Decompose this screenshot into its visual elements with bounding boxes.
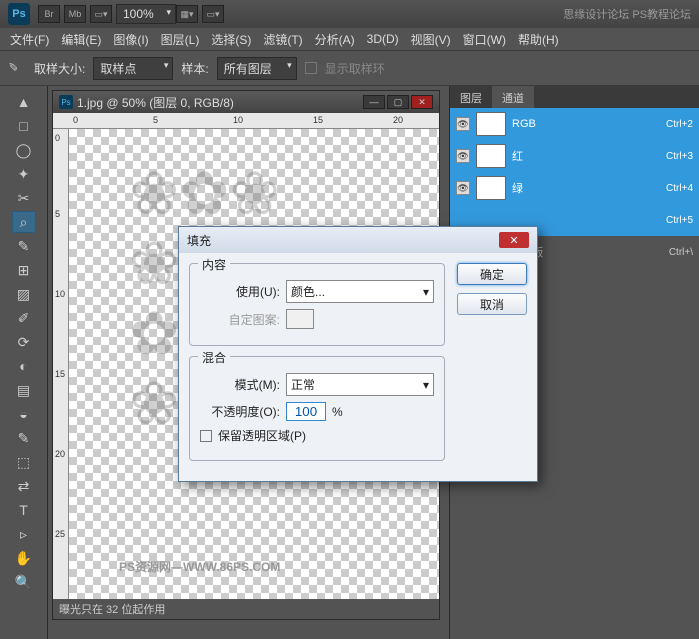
menu-filter[interactable]: 滤镜(T) <box>257 31 308 48</box>
eyedropper-icon <box>8 59 26 77</box>
tool-stamp[interactable]: ▨ <box>12 283 36 305</box>
menu-view[interactable]: 视图(V) <box>405 31 457 48</box>
fill-dialog: 填充 ✕ 内容 使用(U): 颜色...▾ 自定图案: 混合 模式(M): 正常… <box>178 226 538 482</box>
channel-thumb <box>476 176 506 200</box>
preserve-checkbox[interactable] <box>200 430 212 442</box>
tool-eyedropper[interactable]: ⌕ <box>12 211 36 233</box>
use-label: 使用(U): <box>200 283 280 300</box>
opacity-pct: % <box>332 405 343 419</box>
sample-size-label: 取样大小: <box>34 60 85 77</box>
pattern-swatch <box>286 309 314 329</box>
tool-wand[interactable]: ✦ <box>12 163 36 185</box>
tool-blur[interactable]: ▤ <box>12 379 36 401</box>
sample-size-dropdown[interactable]: 取样点 <box>93 57 173 80</box>
mode-label: 模式(M): <box>200 376 280 393</box>
mode-dropdown[interactable]: 正常▾ <box>286 373 434 396</box>
ruler-horizontal: 0 5 10 15 20 <box>53 113 439 129</box>
tool-marquee[interactable]: □ <box>12 115 36 137</box>
ps-logo: Ps <box>8 3 30 25</box>
content-legend: 内容 <box>198 256 230 273</box>
minibridge-button[interactable]: Mb <box>64 5 86 23</box>
menu-image[interactable]: 图像(I) <box>107 31 154 48</box>
content-fieldset: 内容 使用(U): 颜色...▾ 自定图案: <box>189 263 445 346</box>
dialog-titlebar[interactable]: 填充 ✕ <box>179 227 537 253</box>
dialog-title-text: 填充 <box>187 232 211 249</box>
ruler-vertical: 0 5 10 15 20 25 <box>53 129 69 599</box>
ps-mini-icon: Ps <box>59 95 73 109</box>
channel-name: RGB <box>512 118 536 130</box>
tool-path[interactable]: ⇄ <box>12 475 36 497</box>
tool-history-brush[interactable]: ✐ <box>12 307 36 329</box>
opacity-input[interactable] <box>286 402 326 421</box>
doc-minimize-button[interactable]: — <box>363 95 385 109</box>
menu-analysis[interactable]: 分析(A) <box>309 31 361 48</box>
channel-name: 绿 <box>512 180 523 196</box>
bridge-button[interactable]: Br <box>38 5 60 23</box>
document-title: 1.jpg @ 50% (图层 0, RGB/8) <box>77 94 234 111</box>
show-ring-checkbox[interactable] <box>305 62 317 74</box>
menu-window[interactable]: 窗口(W) <box>457 31 512 48</box>
channel-thumb <box>476 144 506 168</box>
tool-gradient[interactable]: ◐ <box>12 355 36 377</box>
use-dropdown[interactable]: 颜色...▾ <box>286 280 434 303</box>
channel-red[interactable]: 👁 红 Ctrl+3 <box>450 140 699 172</box>
canvas-watermark: PS资源网—WWW.86PS.COM <box>119 558 280 575</box>
eye-icon[interactable]: 👁 <box>456 181 470 195</box>
tool-dodge[interactable]: ◒ <box>12 403 36 425</box>
doc-close-button[interactable]: ✕ <box>411 95 433 109</box>
options-bar: 取样大小: 取样点 样本: 所有图层 显示取样环 <box>0 50 699 86</box>
document-status: 曝光只在 32 位起作用 <box>53 599 439 619</box>
menu-help[interactable]: 帮助(H) <box>512 31 565 48</box>
menu-layer[interactable]: 图层(L) <box>155 31 206 48</box>
tool-crop[interactable]: ✂ <box>12 187 36 209</box>
zoom-dropdown[interactable]: 100% <box>116 4 176 24</box>
channel-green[interactable]: 👁 绿 Ctrl+4 <box>450 172 699 204</box>
tool-hand[interactable]: ✋ <box>12 547 36 569</box>
channel-name: 红 <box>512 148 523 164</box>
view-extras-button[interactable]: ▭▾ <box>90 5 112 23</box>
menu-edit[interactable]: 编辑(E) <box>55 31 107 48</box>
menu-bar: 文件(F) 编辑(E) 图像(I) 图层(L) 选择(S) 滤镜(T) 分析(A… <box>0 28 699 50</box>
tool-brush[interactable]: ⊞ <box>12 259 36 281</box>
menu-select[interactable]: 选择(S) <box>205 31 257 48</box>
screen-mode-button[interactable]: ▭▾ <box>202 5 224 23</box>
toolbox: ▲ □ ◯ ✦ ✂ ⌕ ✎ ⊞ ▨ ✐ ⟳ ◐ ▤ ◒ ✎ ⬚ ⇄ T ▹ ✋ … <box>0 86 48 639</box>
ok-button[interactable]: 确定 <box>457 263 527 285</box>
document-titlebar[interactable]: Ps 1.jpg @ 50% (图层 0, RGB/8) — ▢ ✕ <box>53 91 439 113</box>
cancel-button[interactable]: 取消 <box>457 293 527 315</box>
watermark-text: 思缘设计论坛 PS教程论坛 <box>563 6 691 22</box>
menu-3d[interactable]: 3D(D) <box>361 32 405 46</box>
menu-file[interactable]: 文件(F) <box>4 31 55 48</box>
pattern-label: 自定图案: <box>200 311 280 328</box>
panel-tabs: 图层 通道 <box>450 86 699 108</box>
blend-legend: 混合 <box>198 349 230 366</box>
preserve-label: 保留透明区域(P) <box>218 427 306 444</box>
tool-3d[interactable]: ▹ <box>12 523 36 545</box>
tool-lasso[interactable]: ◯ <box>12 139 36 161</box>
tool-heal[interactable]: ✎ <box>12 235 36 257</box>
app-titlebar: Ps Br Mb ▭▾ 100% ▦▾ ▭▾ 思缘设计论坛 PS教程论坛 <box>0 0 699 28</box>
arrange-button[interactable]: ▦▾ <box>176 5 198 23</box>
tab-channels[interactable]: 通道 <box>492 86 534 108</box>
channel-thumb <box>476 112 506 136</box>
tool-pen[interactable]: ✎ <box>12 427 36 449</box>
dialog-close-button[interactable]: ✕ <box>499 232 529 248</box>
show-ring-label: 显示取样环 <box>325 60 385 77</box>
sample-layers-dropdown[interactable]: 所有图层 <box>217 57 297 80</box>
tool-move[interactable]: ▲ <box>12 91 36 113</box>
eye-icon[interactable]: 👁 <box>456 149 470 163</box>
opacity-label: 不透明度(O): <box>200 403 280 420</box>
tool-shape[interactable]: T <box>12 499 36 521</box>
blend-fieldset: 混合 模式(M): 正常▾ 不透明度(O): % 保留透明区域(P) <box>189 356 445 461</box>
tool-type[interactable]: ⬚ <box>12 451 36 473</box>
channel-rgb[interactable]: 👁 RGB Ctrl+2 <box>450 108 699 140</box>
eye-icon[interactable]: 👁 <box>456 117 470 131</box>
doc-maximize-button[interactable]: ▢ <box>387 95 409 109</box>
tab-layers[interactable]: 图层 <box>450 86 492 108</box>
tool-eraser[interactable]: ⟳ <box>12 331 36 353</box>
tool-zoom[interactable]: 🔍 <box>12 571 36 593</box>
sample-label: 样本: <box>181 60 208 77</box>
